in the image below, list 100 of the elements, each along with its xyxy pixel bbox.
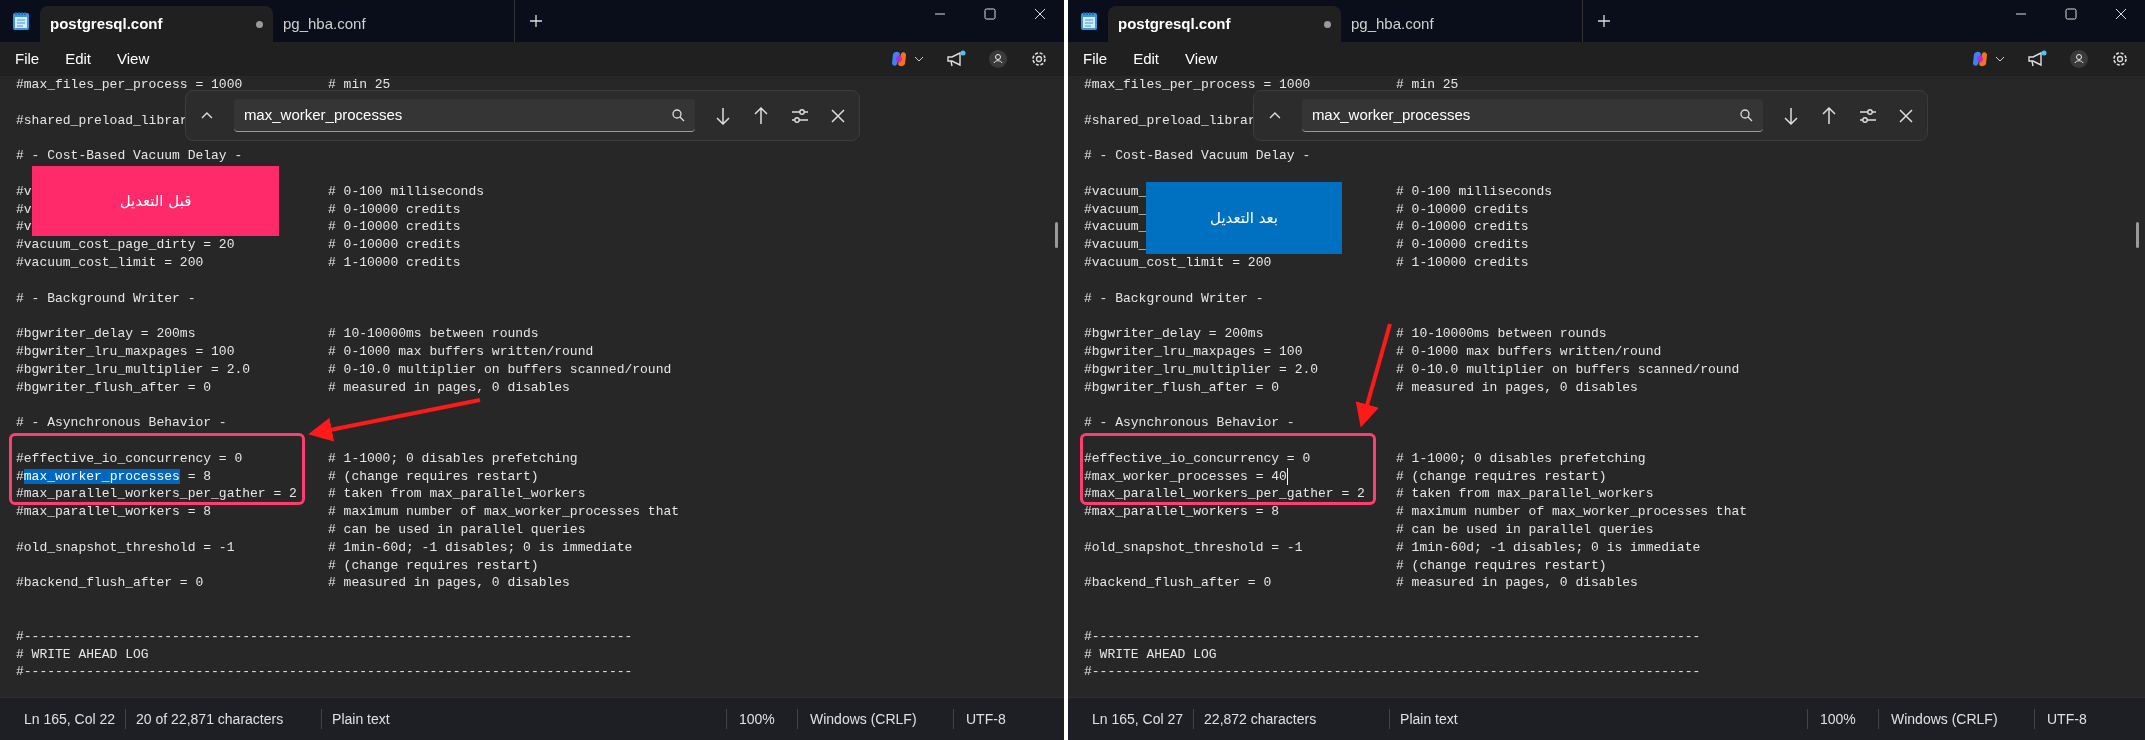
notepad-icon [1080,11,1098,31]
chevron-down-icon[interactable] [914,54,924,64]
account-icon[interactable] [2069,49,2089,69]
file-format[interactable]: Plain text [1390,708,1458,730]
scrollbar-thumb[interactable] [2136,222,2139,248]
code-text: #max_parallel_workers_per_gather = 2 [1084,485,1365,504]
line-ending[interactable]: Windows (CRLF) [1879,708,2034,730]
code-comment: # 1min-60d; -1 disables; 0 is immediate [1396,538,1701,557]
file-tab[interactable]: postgresql.conf [40,6,273,42]
search-field[interactable]: max_worker_processes [1301,99,1763,132]
code-text: #------------------------------------------------------------------------------ [1084,627,1701,646]
cursor-position: Ln 165, Col 22 [23,709,117,729]
close-icon[interactable] [2115,8,2127,20]
code-text: # - Asynchronous Behavior - [1084,414,1295,432]
megaphone-icon[interactable] [2027,50,2047,68]
search-icon[interactable] [1739,108,1753,122]
settings-icon[interactable] [1030,50,1048,68]
code-text: #bgwriter_delay = 200ms [1084,325,1264,343]
menu-item[interactable]: File [1074,47,1117,71]
code-text: #------------------------------------------------------------------------------ [16,663,633,682]
file-tab[interactable]: postgresql.conf [1108,6,1341,42]
arrow-down-icon[interactable] [715,106,731,125]
arrow-up-icon[interactable] [1821,106,1837,125]
code-text: #backend_flush_after = 0 [1084,574,1272,593]
code-text: #bgwriter_lru_multiplier = 2.0 [16,360,251,379]
code-comment: # can be used in parallel queries [328,520,586,539]
options-icon[interactable] [1859,107,1877,124]
code-comment: # 0-10000 credits [1396,218,1529,237]
code-text: #bgwriter_flush_after = 0 [1084,378,1280,397]
code-comment: # 0-10.0 multiplier on buffers scanned/round [328,360,672,379]
code-text: #bgwriter_lru_maxpages = 100 [16,342,235,361]
code-comment: # (change requires restart) [328,467,539,486]
code-text: #max_parallel_workers = 8 [1084,503,1280,521]
search-icon[interactable] [671,108,685,122]
scrollbar-thumb[interactable] [1055,222,1058,248]
code-text: #max_files_per_process = 1000 [16,76,243,94]
settings-icon[interactable] [2111,50,2129,68]
maximize-icon[interactable] [984,8,996,20]
account-icon[interactable] [988,49,1008,69]
menu-item[interactable]: Edit [1124,47,1169,71]
notepad-icon [12,11,30,31]
close-icon[interactable] [831,108,845,123]
code-text: #vacuum_ [1084,182,1147,201]
code-comment: # maximum number of max_worker_processes that [328,503,680,521]
code-text: #max_parallel_workers = 8 [16,503,212,521]
code-comment: # taken from max_parallel_workers [328,485,586,504]
file-tab[interactable]: pg_hba.conf [1341,6,1574,42]
code-text: #vacuum_ [1084,236,1147,254]
zoom-level[interactable]: 100% [1808,708,1878,730]
code-comment: # measured in pages, 0 disables [1396,378,1638,397]
menu-item[interactable]: View [1176,47,1227,71]
code-comment: # 1-10000 credits [328,253,461,272]
megaphone-icon[interactable] [946,50,966,68]
code-text: #max_files_per_process = 1000 [1084,76,1311,94]
code-text: # - Asynchronous Behavior - [16,414,227,432]
copilot-icon[interactable] [1971,50,1989,68]
code-comment: # min 25 [328,76,391,94]
code-text: # - Cost-Based Vacuum Delay - [16,147,243,165]
annotation-label: قبل التعديل [32,166,279,236]
code-comment: # 0-100 milliseconds [1396,182,1553,201]
code-comment: # 0-1000 max buffers written/round [1396,342,1662,361]
code-text: #bgwriter_lru_multiplier = 2.0 [1084,360,1319,379]
menu-item[interactable]: File [6,47,49,71]
code-text: # - Background Writer - [1084,289,1264,308]
menu-item[interactable]: View [108,47,159,71]
code-text: #shared_preload_librar [1084,111,1256,130]
code-text: #effective_io_concurrency = 0 [16,449,243,468]
character-count: 22,872 characters [1203,709,1318,729]
code-comment: # 0-10000 credits [1396,236,1529,254]
code-text: #------------------------------------------------------------------------------ [16,627,633,646]
code-comment: # 1-1000; 0 disables prefetching [328,449,578,468]
copilot-icon[interactable] [890,50,908,68]
file-tab[interactable]: pg_hba.conf [273,6,506,42]
encoding[interactable]: UTF-8 [954,708,1064,730]
search-field[interactable]: max_worker_processes [233,99,695,132]
code-comment: # 0-10.0 multiplier on buffers scanned/round [1396,360,1740,379]
code-text: #------------------------------------------------------------------------------ [1084,663,1701,682]
arrow-up-icon[interactable] [753,106,769,125]
chevron-down-icon[interactable] [1995,54,2005,64]
file-format[interactable]: Plain text [322,708,390,730]
code-comment: # measured in pages, 0 disables [328,378,570,397]
code-text: #v [16,182,32,201]
character-count: 20 of 22,871 characters [135,709,285,729]
close-icon[interactable] [1034,8,1046,20]
plus-icon[interactable] [529,14,543,28]
options-icon[interactable] [791,107,809,124]
zoom-level[interactable]: 100% [727,708,797,730]
code-comment: # 0-1000 max buffers written/round [328,342,594,361]
code-comment: # maximum number of max_worker_processes that [1396,503,1748,521]
menu-item[interactable]: Edit [56,47,101,71]
encoding[interactable]: UTF-8 [2035,708,2145,730]
code-text: #bgwriter_delay = 200ms [16,325,196,343]
arrow-down-icon[interactable] [1783,106,1799,125]
close-icon[interactable] [1899,108,1913,123]
maximize-icon[interactable] [2065,8,2077,20]
code-comment: # 0-10000 credits [328,218,461,237]
code-comment: # (change requires restart) [328,556,539,575]
code-text: #old_snapshot_threshold = -1 [1084,538,1303,557]
line-ending[interactable]: Windows (CRLF) [798,708,953,730]
plus-icon[interactable] [1597,14,1611,28]
